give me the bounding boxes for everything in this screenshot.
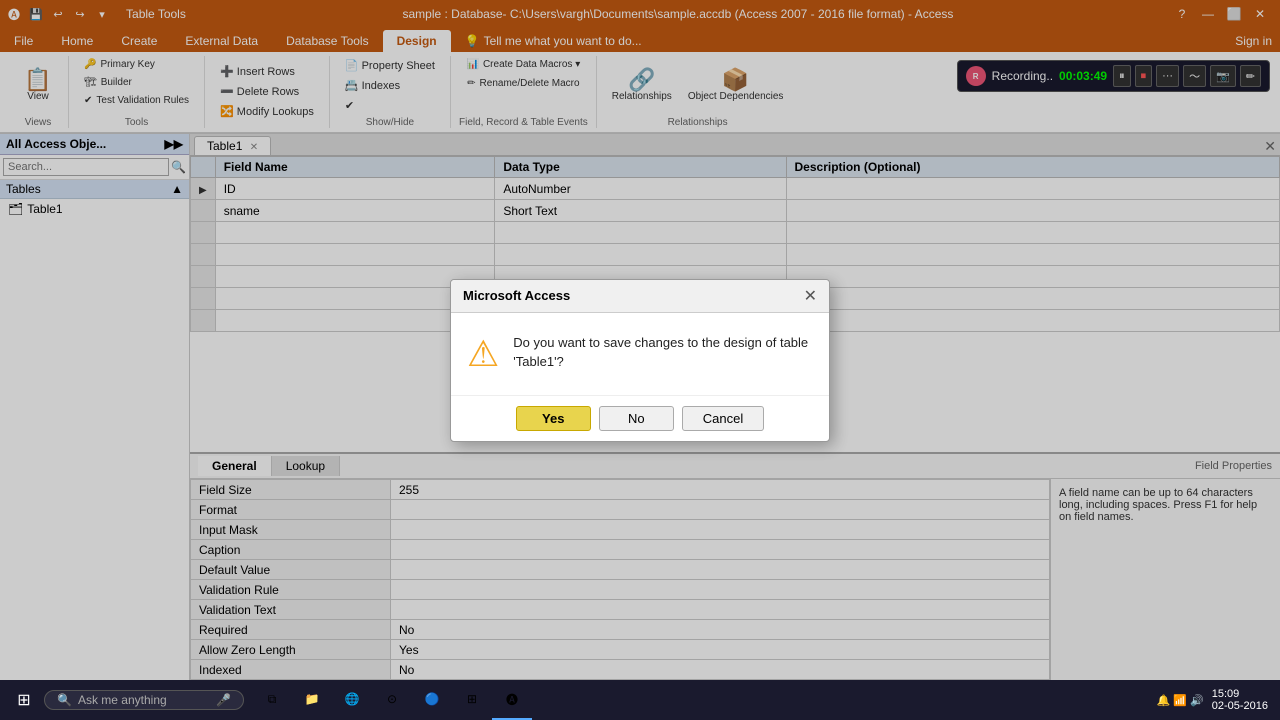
warning-icon: ⚠ (467, 333, 499, 375)
ie-btn[interactable]: 🔵 (412, 680, 452, 720)
taskbar-search[interactable]: 🔍 Ask me anything 🎤 (44, 690, 244, 710)
windows-start-btn[interactable]: ⊞ (4, 680, 44, 720)
cortana-mic-icon: 🎤 (216, 693, 231, 707)
taskbar-search-placeholder: Ask me anything (78, 693, 167, 707)
no-button[interactable]: No (599, 406, 674, 431)
clock: 15:09 02-05-2016 (1212, 688, 1268, 712)
dialog-buttons: Yes No Cancel (451, 395, 829, 441)
cortana-icon: 🔍 (57, 693, 72, 707)
dialog-body: ⚠ Do you want to save changes to the des… (451, 313, 829, 395)
access-taskbar-btn[interactable]: 🅐 (492, 680, 532, 720)
save-dialog: Microsoft Access ✕ ⚠ Do you want to save… (450, 279, 830, 442)
chrome-btn[interactable]: ⊙ (372, 680, 412, 720)
clock-time: 15:09 (1212, 688, 1268, 700)
dialog-message: Do you want to save changes to the desig… (513, 333, 813, 372)
taskbar-apps: ⧉ 📁 🌐 ⊙ 🔵 ⊞ 🅐 (252, 680, 532, 720)
dialog-title-text: Microsoft Access (463, 288, 570, 303)
system-icons: 🔔 📶 🔊 (1157, 694, 1204, 707)
taskbar: ⊞ 🔍 Ask me anything 🎤 ⧉ 📁 🌐 ⊙ 🔵 ⊞ 🅐 🔔 📶 … (0, 680, 1280, 720)
dialog-close-btn[interactable]: ✕ (804, 286, 817, 306)
edge-btn[interactable]: 🌐 (332, 680, 372, 720)
taskbar-right: 🔔 📶 🔊 15:09 02-05-2016 (1157, 688, 1276, 712)
yes-button[interactable]: Yes (516, 406, 591, 431)
clock-date: 02-05-2016 (1212, 700, 1268, 712)
cancel-button[interactable]: Cancel (682, 406, 764, 431)
file-explorer-btn[interactable]: 📁 (292, 680, 332, 720)
start-menu-btn-2[interactable]: ⊞ (452, 680, 492, 720)
task-view-btn[interactable]: ⧉ (252, 680, 292, 720)
dialog-title-bar: Microsoft Access ✕ (451, 280, 829, 313)
dialog-overlay: Microsoft Access ✕ ⚠ Do you want to save… (0, 0, 1280, 720)
